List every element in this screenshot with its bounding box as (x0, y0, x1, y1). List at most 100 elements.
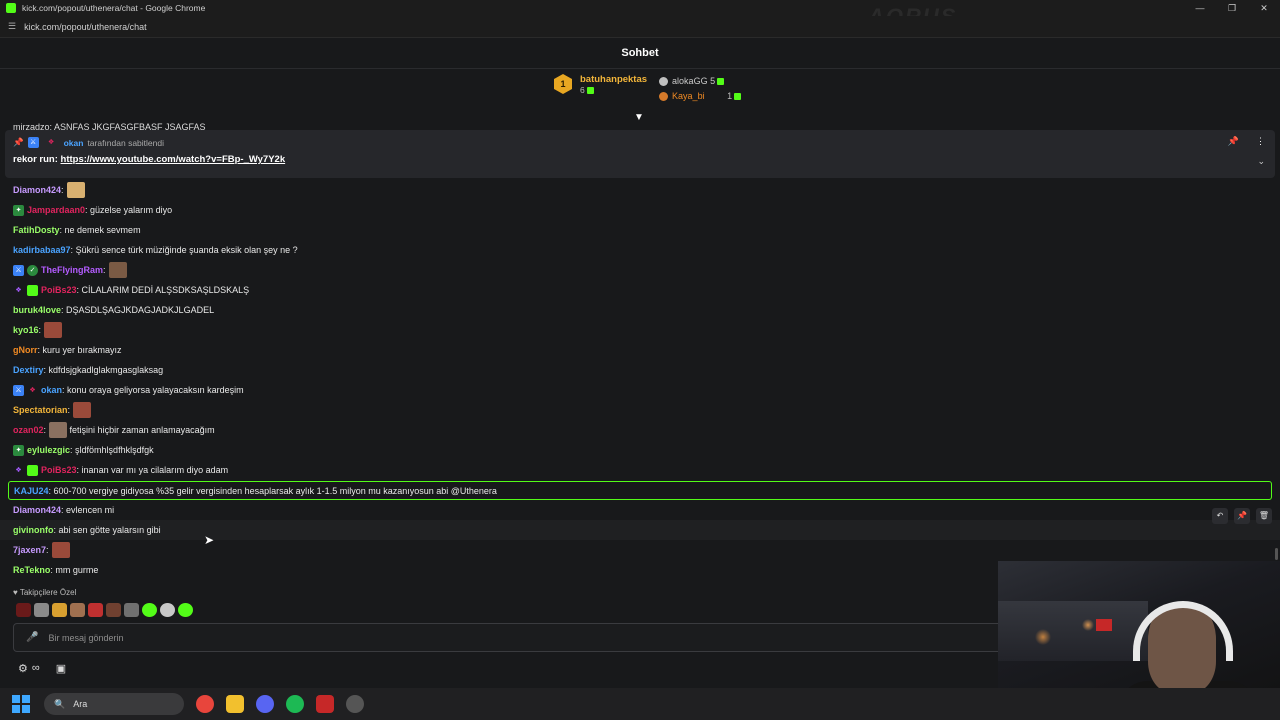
message-text: CİLALARIM DEDİ ALŞSDKSAŞLDSKALŞ (81, 285, 250, 295)
username[interactable]: Diamon424 (13, 185, 61, 195)
username[interactable]: PoiBs23 (41, 285, 77, 295)
leaderboard-first[interactable]: batuhanpektas 6 (580, 74, 647, 104)
store-icon[interactable]: ▣ (56, 662, 66, 675)
username[interactable]: gNorr (13, 345, 38, 355)
mention-message[interactable]: KAJU24: 600-700 vergiye gidiyosa %35 gel… (8, 481, 1272, 500)
moderator-badge-icon: ⚔ (27, 137, 39, 148)
username[interactable]: Spectatorian (13, 405, 68, 415)
emote-icon[interactable] (16, 603, 31, 617)
more-options-icon[interactable]: ⋮ (1256, 136, 1265, 147)
address-bar[interactable]: ☰ kick.com/popout/uthenera/chat (0, 16, 1280, 38)
emote-bar (16, 603, 193, 617)
chat-message[interactable]: Diamon424: (0, 180, 1280, 200)
leaderboard-third[interactable]: Kaya_bi 1 (659, 89, 742, 104)
delete-icon[interactable]: 🗑 (1256, 508, 1272, 524)
chat-message[interactable]: gNorr: kuru yer bırakmayız (0, 340, 1280, 360)
emote-icon[interactable] (70, 603, 85, 617)
chat-message[interactable]: ⚔ ✓ TheFlyingRam: (0, 260, 1280, 280)
chat-message[interactable]: ✦ Jampardaan0: güzelse yalarım diyo (0, 200, 1280, 220)
username[interactable]: givinonfo (13, 525, 54, 535)
followers-only-label: ♥ Takipçilere Özel (13, 588, 76, 597)
pin-message-icon[interactable]: 📌 (1234, 508, 1250, 524)
chat-message[interactable]: ozan02: fetişini hiçbir zaman anlamayaca… (0, 420, 1280, 440)
username[interactable]: buruk4love (13, 305, 61, 315)
taskbar-search[interactable]: 🔍 Ara (44, 693, 184, 715)
spotify-icon[interactable] (286, 695, 304, 713)
chat-message[interactable]: ❖ PoiBs23: CİLALARIM DEDİ ALŞSDKSAŞLDSKAL… (0, 280, 1280, 300)
chat-message[interactable]: buruk4love: DŞASDLŞAGJKDAGJADKJLGADEL (0, 300, 1280, 320)
username[interactable]: Jampardaan0 (27, 205, 85, 215)
chrome-icon[interactable] (196, 695, 214, 713)
username[interactable]: okan (41, 385, 62, 395)
chat-message[interactable]: ✦ eylulezgic: şldfömhlşdfhklşdfgk (0, 440, 1280, 460)
chat-message[interactable]: Diamon424: evlencen mi (0, 500, 1280, 520)
chat-message[interactable]: Spectatorian: (0, 400, 1280, 420)
settings-icon[interactable]: ⚙ (18, 662, 28, 675)
username[interactable]: TheFlyingRam (41, 265, 103, 275)
emote-icon[interactable] (142, 603, 157, 617)
username[interactable]: kyo16 (13, 325, 39, 335)
leaderboard-first-name[interactable]: batuhanpektas (580, 74, 647, 85)
infinity-icon[interactable]: ∞ (32, 662, 40, 675)
site-settings-icon[interactable]: ☰ (8, 21, 16, 32)
app-icon[interactable] (316, 695, 334, 713)
emote-icon[interactable] (124, 603, 139, 617)
minimize-button[interactable]: — (1184, 0, 1216, 16)
chat-scrollbar[interactable] (1275, 548, 1278, 560)
gifter-badge-icon (27, 284, 38, 296)
emote-icon[interactable] (88, 603, 103, 617)
gift-icon (734, 93, 742, 101)
unpin-icon[interactable]: 📌 (1228, 136, 1239, 147)
restore-button[interactable]: ❐ (1216, 0, 1248, 16)
windows-start-icon[interactable] (12, 695, 30, 713)
emote-icon[interactable] (106, 603, 121, 617)
leaderboard-third-name[interactable]: Kaya_bi (672, 91, 705, 101)
chat-message[interactable]: Dextiry: kdfdsjgkadlglakmgasglaksag (0, 360, 1280, 380)
emote-icon[interactable] (52, 603, 67, 617)
message-text: fetişini hiçbir zaman anlamayacağım (69, 425, 215, 435)
username[interactable]: ReTekno (13, 565, 50, 575)
chat-message[interactable]: FatihDosty: ne demek sevmem (0, 220, 1280, 240)
username[interactable]: Dextiry (13, 365, 44, 375)
chat-title: Sohbet (621, 47, 659, 59)
reply-icon[interactable]: ↶ (1212, 508, 1228, 524)
search-icon: 🔍 (54, 698, 66, 709)
username[interactable]: kadirbabaa97 (13, 245, 71, 255)
username[interactable]: PoiBs23 (41, 465, 77, 475)
emote-icon[interactable] (34, 603, 49, 617)
turkish-flag-icon (1096, 619, 1112, 631)
chat-message[interactable]: 7jaxen7: (0, 540, 1280, 560)
gift-leaderboard: 1 batuhanpektas 6 alokaGG 5 Kaya_bi 1 (554, 74, 742, 104)
emote-icon[interactable] (160, 603, 175, 617)
chat-message[interactable]: kadirbabaa97: Şükrü sence türk müziğinde… (0, 240, 1280, 260)
file-explorer-icon[interactable] (226, 695, 244, 713)
url-text[interactable]: kick.com/popout/uthenera/chat (24, 22, 147, 32)
chat-input-box[interactable]: 🎤 (13, 623, 1003, 652)
obs-icon[interactable] (346, 695, 364, 713)
pinned-link[interactable]: https://www.youtube.com/watch?v=FBp-_Wy7… (61, 154, 286, 165)
close-button[interactable]: ✕ (1248, 0, 1280, 16)
username[interactable]: KAJU24 (14, 486, 49, 496)
chat-message[interactable]: givinonfo: abi sen götte yalarsın gibi ↶… (0, 508, 1280, 540)
leaderboard-second-name[interactable]: alokaGG (672, 76, 708, 86)
emote-icon[interactable] (178, 603, 193, 617)
username[interactable]: FatihDosty (13, 225, 60, 235)
username[interactable]: ozan02 (13, 425, 44, 435)
message-text: abi sen götte yalarsın gibi (58, 525, 161, 535)
collapse-leaderboard-icon[interactable]: ▼ (634, 112, 644, 123)
chat-message[interactable]: ⚔ ❖ okan: konu oraya geliyorsa yalayacaksı… (0, 380, 1280, 400)
chat-message[interactable]: ❖ PoiBs23: inanan var mı ya cilalarım diy… (0, 460, 1280, 480)
moderator-badge-icon: ⚔ (13, 264, 24, 276)
microphone-icon[interactable]: 🎤 (26, 632, 38, 643)
pinner-name[interactable]: okan (64, 138, 84, 148)
pinned-prefix: rekor run: (13, 154, 61, 165)
username[interactable]: 7jaxen7 (13, 545, 46, 555)
expand-pinned-icon[interactable]: ⌄ (1257, 156, 1265, 167)
rank-1-badge-icon: 1 (554, 74, 572, 94)
username[interactable]: Diamon424 (13, 505, 61, 515)
chat-input[interactable] (48, 632, 649, 643)
username[interactable]: eylulezgic (27, 445, 70, 455)
discord-icon[interactable] (256, 695, 274, 713)
chat-message[interactable]: kyo16: (0, 320, 1280, 340)
leaderboard-second[interactable]: alokaGG 5 (659, 74, 741, 89)
